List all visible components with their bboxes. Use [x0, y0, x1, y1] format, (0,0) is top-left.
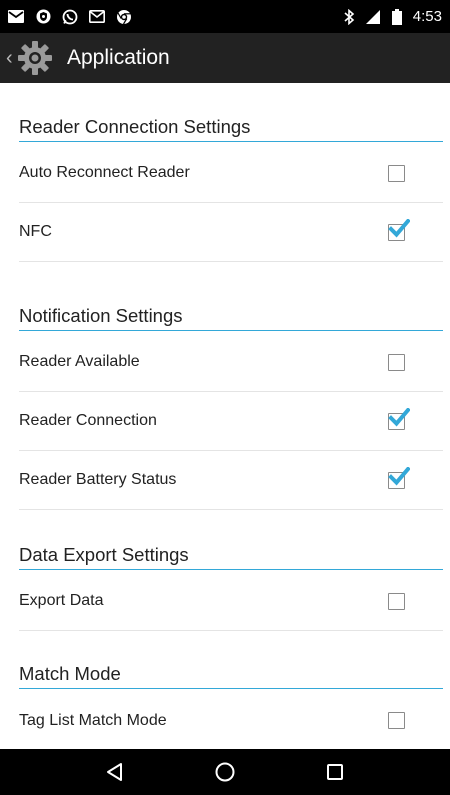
- checkbox-unchecked[interactable]: [388, 593, 405, 610]
- checkmark-icon: [388, 219, 410, 238]
- recents-icon[interactable]: [315, 752, 355, 792]
- home-icon[interactable]: [205, 752, 245, 792]
- checkbox-checked[interactable]: [388, 467, 410, 489]
- pref-auto-reconnect-reader[interactable]: Auto Reconnect Reader: [19, 144, 443, 203]
- section-header-notification: Notification Settings: [19, 301, 443, 331]
- pref-reader-battery-status[interactable]: Reader Battery Status: [19, 451, 443, 510]
- pref-export-data[interactable]: Export Data: [19, 572, 443, 631]
- action-bar: ‹ Application: [0, 33, 450, 83]
- mail-icon: [8, 9, 24, 25]
- shield-icon: [35, 9, 51, 25]
- pref-label: Export Data: [19, 592, 104, 609]
- battery-icon: [389, 8, 405, 25]
- checkbox-unchecked[interactable]: [388, 165, 405, 182]
- pref-label: Auto Reconnect Reader: [19, 164, 190, 181]
- clock: 4:53: [412, 8, 442, 25]
- pref-label: Reader Battery Status: [19, 471, 177, 488]
- checkmark-icon: [388, 408, 410, 427]
- section-header-data-export: Data Export Settings: [19, 540, 443, 570]
- back-icon[interactable]: [95, 752, 135, 792]
- navigation-bar: [0, 749, 450, 795]
- status-bar: 4:53: [0, 0, 450, 33]
- gmail-icon: [89, 9, 105, 25]
- section-header-reader-connection: Reader Connection Settings: [19, 112, 443, 142]
- checkbox-unchecked[interactable]: [388, 712, 405, 729]
- system-icons: 4:53: [341, 8, 442, 25]
- checkmark-icon: [388, 467, 410, 486]
- checkbox-unchecked[interactable]: [388, 354, 405, 371]
- pref-reader-connection[interactable]: Reader Connection: [19, 392, 443, 451]
- chrome-icon: [116, 9, 132, 25]
- pref-label: Reader Connection: [19, 412, 157, 429]
- bluetooth-icon: [341, 8, 357, 25]
- pref-nfc[interactable]: NFC: [19, 203, 443, 262]
- pref-label: NFC: [19, 223, 52, 240]
- page-title: Application: [67, 46, 170, 69]
- pref-reader-available[interactable]: Reader Available: [19, 333, 443, 392]
- signal-icon: [365, 9, 381, 25]
- checkbox-checked[interactable]: [388, 408, 410, 430]
- settings-list: Reader Connection Settings Auto Reconnec…: [0, 83, 450, 749]
- pref-label: Tag List Match Mode: [19, 711, 167, 729]
- section-header-match-mode: Match Mode: [19, 659, 443, 689]
- settings-gear-icon[interactable]: [15, 38, 55, 78]
- whatsapp-icon: [62, 9, 78, 25]
- notification-icons: [8, 9, 132, 25]
- pref-tag-list-match-mode[interactable]: Tag List Match Mode: [19, 691, 443, 749]
- pref-label: Reader Available: [19, 353, 140, 370]
- checkbox-checked[interactable]: [388, 219, 410, 241]
